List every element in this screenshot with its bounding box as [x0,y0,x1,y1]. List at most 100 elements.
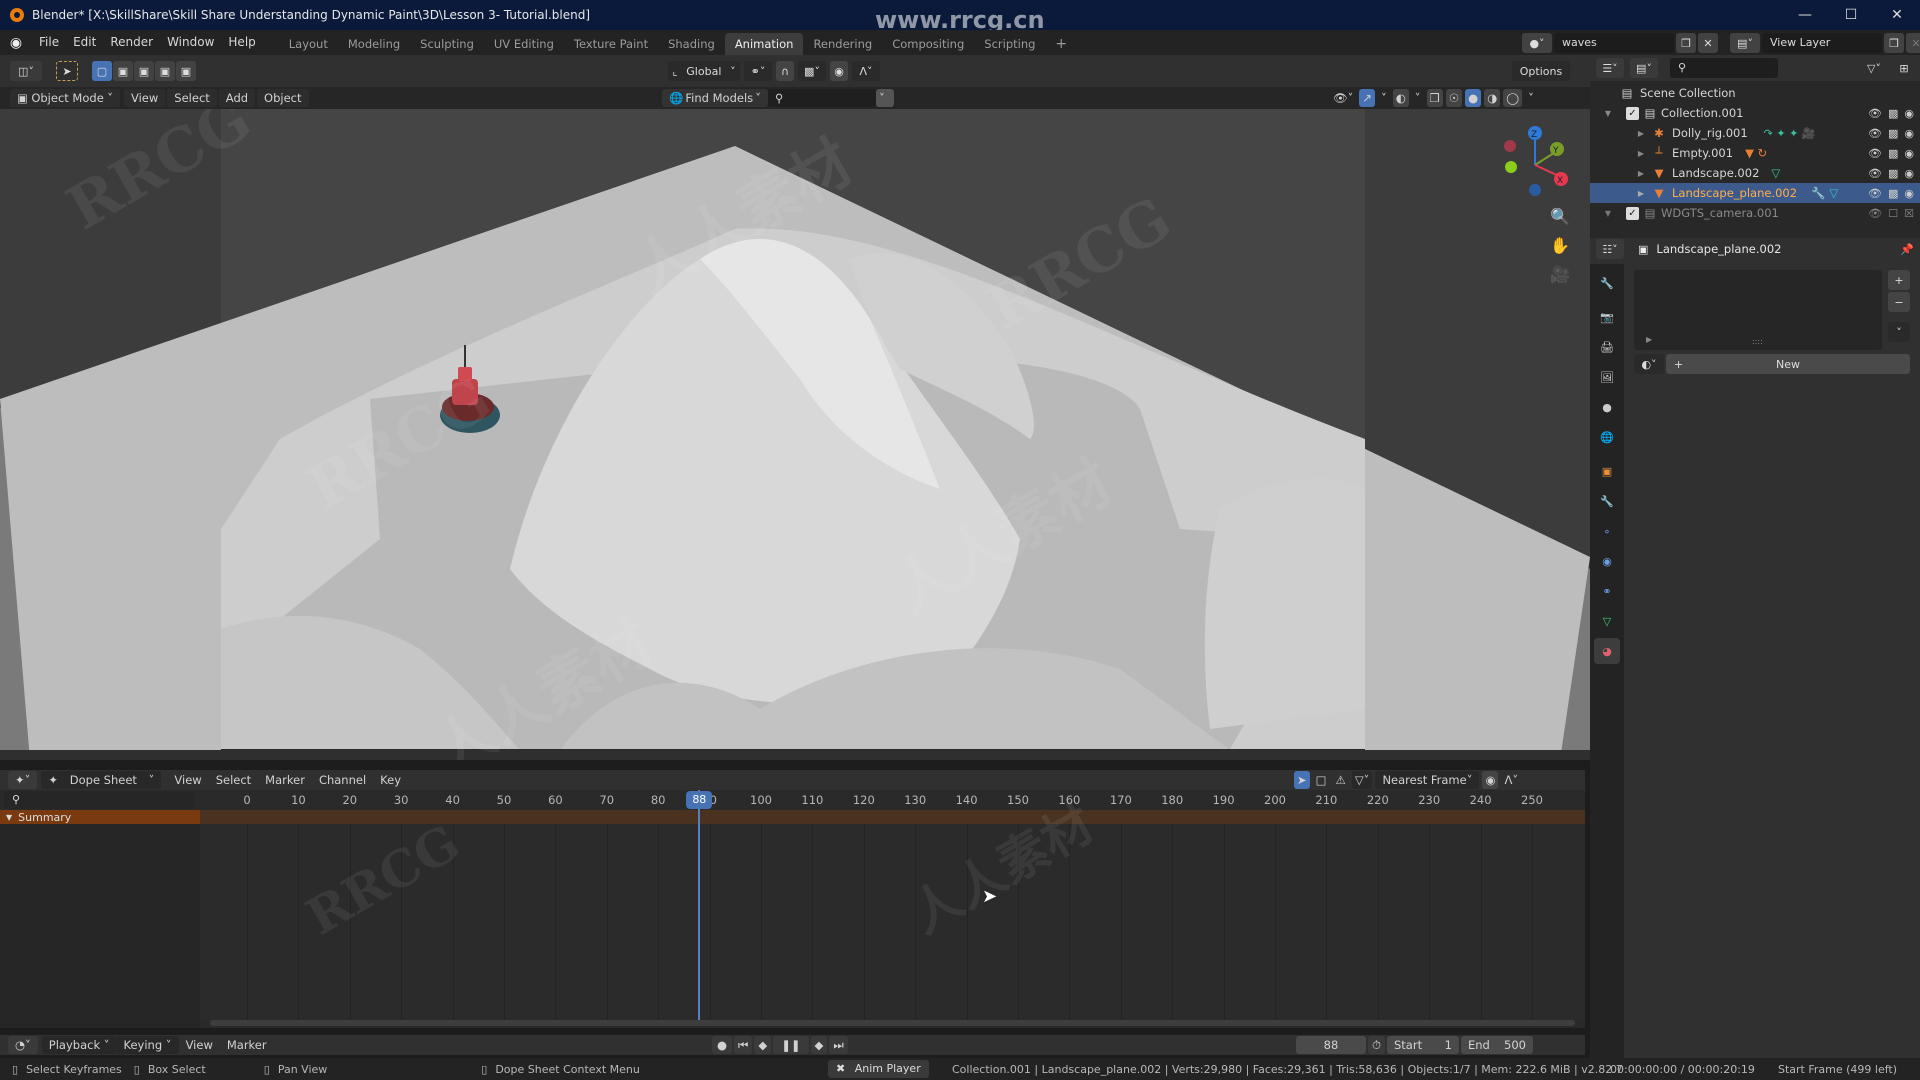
pivot-point-icon[interactable]: ⚭˅ [744,61,772,81]
menu-edit[interactable]: Edit [66,30,103,55]
expand-arrow-icon[interactable]: ▼ [1590,109,1626,118]
playhead-line[interactable] [698,790,701,1020]
eye-icon[interactable]: 👁 [1868,167,1882,180]
eye-icon[interactable]: 👁 [1868,187,1882,200]
xray-toggle-icon[interactable]: ❐ [1426,89,1443,107]
jump-end-icon[interactable]: ⏭ [829,1036,848,1054]
data-tab-icon[interactable]: ▽ [1594,608,1620,634]
visibility-selector-icon[interactable]: 👁˅ [1330,89,1356,107]
minimize-button[interactable]: — [1782,0,1828,30]
checkbox-icon[interactable]: ✓ [1626,206,1639,220]
material-tab-icon[interactable]: ◕ [1594,638,1620,664]
outliner-row-object[interactable]: ▶ ✱ Dolly_rig.001 ↷ ✦ ✦ 🎥 👁 ▩ ◉ [1590,123,1920,143]
browse-material-icon[interactable]: ◐˅ [1634,354,1664,374]
expand-arrow-icon[interactable]: ▶ [1590,189,1650,198]
timeline-menu-view[interactable]: View [179,1036,220,1054]
viewport-visibility-icon[interactable]: ▩ [1888,107,1898,120]
only-selected-icon[interactable]: ➤ [1294,771,1310,789]
dopesheet-menu-channel[interactable]: Channel [312,771,373,789]
scene-name-field[interactable]: waves [1554,33,1674,53]
expand-arrow-icon[interactable]: ▶ [1590,129,1650,138]
tab-layout[interactable]: Layout [279,33,338,55]
expand-arrow-icon[interactable]: ▶ [1590,169,1650,178]
viewport-visibility-icon[interactable]: ▩ [1888,187,1898,200]
pause-icon[interactable]: ❚❚ [773,1036,809,1054]
keyframe-grid[interactable] [200,824,1585,1020]
menu-help[interactable]: Help [221,30,262,55]
filters-dropdown-icon[interactable]: ▽˅ [1351,771,1373,789]
editor-type-icon[interactable]: ◫˅ [10,61,42,81]
zoom-icon[interactable]: 🔍 [1550,207,1570,226]
world-tab-icon[interactable]: 🌐 [1594,424,1620,450]
render-tab-icon[interactable]: 📷 [1594,304,1620,330]
viewport-visibility-icon[interactable]: ▩ [1888,167,1898,180]
gizmo-toggle-icon[interactable]: ↗ [1359,89,1375,107]
object-tab-icon[interactable]: ▣ [1594,458,1620,484]
pin-icon[interactable]: 📌 [1900,243,1914,256]
tab-texture-paint[interactable]: Texture Paint [564,33,658,55]
only-errors-icon[interactable]: ⚠ [1333,771,1349,789]
viewport-menu-select[interactable]: Select [167,89,217,107]
material-slot-list[interactable]: ▶ :::: [1634,270,1882,350]
summary-keyframe-row[interactable] [200,810,1585,824]
material-shading-icon[interactable]: ◑ [1484,89,1501,107]
dopesheet-editor-type-icon[interactable]: ✦˅ [8,771,38,789]
find-models-dropdown[interactable]: 🌐 Find Models ˅ [662,89,768,107]
falloff-icon[interactable]: Λ˅ [852,61,880,81]
timeline-menu-keying[interactable]: Keying ˅ [116,1036,179,1054]
outliner-row-object[interactable]: ▶ ▼ Landscape.002 ▽ 👁 ▩ ◉ [1590,163,1920,183]
tab-rendering[interactable]: Rendering [803,33,882,55]
outliner-search-input[interactable]: ⚲ [1670,58,1778,78]
gizmo-neg-x[interactable] [1504,140,1516,152]
navigation-gizmo[interactable]: Z Y X [1495,121,1575,201]
view-layer-tab-icon[interactable]: 🖼 [1594,364,1620,390]
properties-editor-type-icon[interactable]: ☷˅ [1596,239,1624,259]
find-models-expand-icon[interactable]: ˅ [876,89,894,107]
channel-search-input[interactable]: ⚲ [4,791,194,809]
render-visibility-icon[interactable]: ◉ [1904,147,1914,160]
start-frame-field[interactable]: Start 1 [1386,1036,1459,1054]
eye-icon[interactable]: 👁 [1868,127,1882,140]
filter-icon[interactable]: ▽˅ [1860,58,1888,78]
new-material-button[interactable]: + New [1666,354,1910,374]
tool-tab-icon[interactable]: 🔧 [1594,270,1620,296]
view-layer-selector-icon[interactable]: ▤˅ [1730,33,1760,53]
snap-toggle-icon[interactable]: ∩ [776,61,794,81]
particles-tab-icon[interactable]: ∘ [1594,518,1620,544]
timeline-editor-type-icon[interactable]: ◔˅ [8,1036,38,1054]
new-scene-icon[interactable]: ❐ [1676,33,1696,53]
frame-ruler[interactable]: 0102030405060708090100110120130140150160… [200,790,1585,810]
scene-tab-icon[interactable]: ● [1594,394,1620,420]
physics-tab-icon[interactable]: ◉ [1594,548,1620,574]
select-intersect-icon[interactable]: ▣ [176,61,196,81]
delete-view-layer-icon[interactable]: ✕ [1906,33,1920,53]
menu-file[interactable]: File [32,30,66,55]
show-hidden-icon[interactable]: □ [1313,771,1330,789]
expand-arrow-icon[interactable]: ▼ [1590,209,1626,218]
jump-start-icon[interactable]: ⏮ [734,1036,753,1054]
horizontal-scrollbar[interactable] [210,1020,1575,1026]
dopesheet-editor[interactable]: ⚲ 01020304050607080901001101201301401501… [0,790,1585,1028]
delete-scene-icon[interactable]: ✕ [1698,33,1718,53]
object-mode-dropdown[interactable]: ▣ Object Mode ˅ [10,89,120,107]
tab-animation[interactable]: Animation [724,33,804,55]
timeline-menu-marker[interactable]: Marker [220,1036,274,1054]
viewport-visibility-icon[interactable]: ▩ [1888,147,1898,160]
add-material-slot-button[interactable]: + [1888,270,1910,290]
gizmo-neg-y[interactable] [1505,161,1517,173]
material-specials-button[interactable]: ˅ [1888,322,1910,342]
find-models-search-input[interactable]: ⚲ [768,89,876,107]
dopesheet-menu-select[interactable]: Select [209,771,258,789]
new-collection-icon[interactable]: ⊞ [1894,58,1914,78]
gizmo-neg-z[interactable] [1529,184,1541,196]
options-dropdown[interactable]: Options [1512,61,1570,81]
tab-shading[interactable]: Shading [658,33,725,55]
remove-material-slot-button[interactable]: − [1888,292,1910,312]
view-layer-field[interactable]: View Layer [1762,33,1882,53]
render-visibility-icon[interactable]: ◉ [1904,127,1914,140]
outliner-row-collection[interactable]: ▼ ✓ ▤ WDGTS_camera.001 👁 ☐ ☒ [1590,203,1920,223]
next-keyframe-icon[interactable]: ◆ [810,1036,828,1054]
dopesheet-mode-dropdown[interactable]: ✦ Dope Sheet ˅ [41,771,162,789]
maximize-button[interactable]: ☐ [1828,0,1874,30]
dopesheet-menu-marker[interactable]: Marker [258,771,312,789]
